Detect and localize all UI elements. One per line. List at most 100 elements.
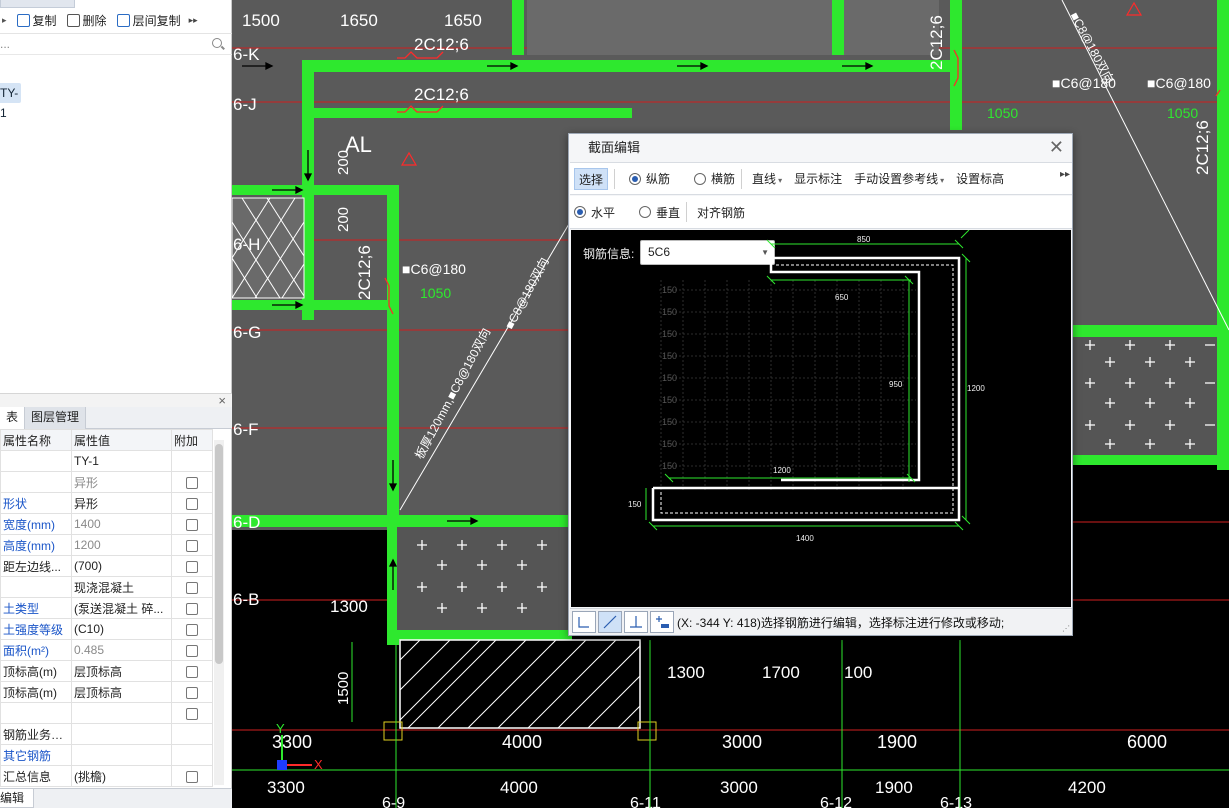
tree-item-selected[interactable]: TY-1 (0, 83, 21, 120)
table-row[interactable]: 钢筋业务属性 (0, 723, 213, 745)
table-row[interactable]: 异形 (0, 471, 213, 493)
table-row[interactable]: 面积(m²) 0.485 (0, 639, 213, 661)
align-rebar-button[interactable]: 对齐钢筋 (697, 204, 745, 221)
extra-checkbox[interactable] (186, 560, 198, 573)
dim-950: 950 (889, 380, 903, 389)
close-icon[interactable]: ✕ (1049, 137, 1064, 157)
rebar-info-select[interactable]: 5C6 ▼ (640, 240, 775, 265)
property-value-cell[interactable]: (700) (71, 555, 172, 577)
close-icon[interactable]: × (218, 393, 226, 408)
table-row[interactable]: 汇总信息 (挑檐) (0, 765, 213, 787)
axis-label-6-13: 6-13 (940, 795, 972, 808)
grid-label: 150 (662, 395, 677, 405)
corner-icon (578, 617, 589, 628)
horizontal-radio[interactable]: 水平 (574, 204, 615, 221)
toolbar-overflow-icon[interactable]: ▸▸ (1060, 169, 1070, 180)
select-button[interactable]: 选择 (574, 167, 609, 190)
property-value-cell[interactable]: 1400 (71, 513, 172, 535)
table-row[interactable]: 其它钢筋 (0, 744, 213, 766)
delete-button[interactable]: 删除 (66, 12, 107, 29)
table-row[interactable]: 顶标高(m) 层顶标高 (0, 681, 213, 703)
property-value-cell[interactable] (71, 744, 172, 766)
transverse-radio[interactable]: 横筋 (694, 170, 735, 187)
bottom-dim-row2-4: 1900 (875, 778, 913, 797)
table-row[interactable]: 距左边线... (700) (0, 555, 213, 577)
header-extra: 附加 (171, 429, 213, 451)
component-search[interactable]: ... (0, 35, 232, 55)
extra-checkbox[interactable] (186, 707, 198, 720)
table-row[interactable]: TY-1 (0, 450, 213, 472)
property-value-cell[interactable]: (挑檐) (71, 765, 172, 787)
search-icon[interactable] (212, 38, 222, 48)
property-name-cell (0, 576, 72, 598)
table-row[interactable]: 顶标高(m) 层顶标高 (0, 660, 213, 682)
table-row[interactable]: 高度(mm) 1200 (0, 534, 213, 556)
property-value-cell[interactable] (71, 702, 172, 724)
property-value-cell[interactable]: 异形 (71, 492, 172, 514)
stirrup-tag-3: ■C6@180 (1147, 75, 1211, 91)
extra-checkbox[interactable] (186, 581, 198, 594)
table-row[interactable]: 宽度(mm) 1400 (0, 513, 213, 535)
extra-checkbox[interactable] (186, 539, 198, 552)
corner-snap-button[interactable] (572, 611, 596, 633)
search-input[interactable]: ... (0, 37, 10, 51)
add-point-button[interactable] (650, 611, 674, 633)
property-value-cell[interactable]: (泵送混凝土 碎... (71, 597, 172, 619)
top-tab-stub[interactable] (0, 0, 75, 8)
table-row[interactable]: 形状 异形 (0, 492, 213, 514)
radio-unchecked-icon (694, 172, 707, 185)
grid-label: 150 (662, 329, 677, 339)
tab-layer-management[interactable]: 图层管理 (25, 407, 87, 429)
extra-checkbox[interactable] (186, 602, 198, 615)
show-dims-button[interactable]: 显示标注 (790, 168, 846, 190)
property-value-cell[interactable]: 层顶标高 (71, 660, 172, 682)
extra-cell (171, 765, 213, 787)
property-value-cell[interactable] (71, 723, 172, 745)
extra-checkbox[interactable] (186, 686, 198, 699)
layer-copy-button[interactable]: 层间复制 (116, 12, 181, 29)
table-row[interactable]: 土强度等级 (C10) (0, 618, 213, 640)
property-value-cell[interactable]: 0.485 (71, 639, 172, 661)
property-value-cell[interactable]: 层顶标高 (71, 681, 172, 703)
table-row[interactable]: 土类型 (泵送混凝土 碎... (0, 597, 213, 619)
dim-1300-left: 1300 (330, 597, 368, 616)
table-row[interactable] (0, 702, 213, 724)
trash-icon (66, 14, 80, 27)
section-outline (651, 256, 961, 522)
resize-grip-icon[interactable]: ⋰ (1062, 624, 1070, 633)
manual-ref-dropdown[interactable]: 手动设置参考线 ▾ (850, 168, 948, 190)
property-value-cell[interactable]: 现浇混凝土 (71, 576, 172, 598)
radio-unchecked-icon (639, 206, 652, 218)
table-row[interactable]: 现浇混凝土 (0, 576, 213, 598)
section-edit-dialog: 截面编辑 ✕ 选择 纵筋 横筋 直线 ▾ 显示标注 手动设置参考线 ▾ 设置标高 ▸… (568, 133, 1073, 636)
tab-edit[interactable]: 编辑 (0, 788, 34, 808)
collapse-arrow[interactable]: ▸ (2, 15, 7, 26)
scrollbar-thumb[interactable] (215, 444, 223, 664)
section-canvas[interactable]: 钢筋信息: 5C6 ▼ 150 150 150 150 150 150 150 … (571, 230, 1071, 607)
property-value-cell[interactable]: TY-1 (71, 450, 172, 472)
diagonal-snap-button[interactable] (598, 611, 622, 633)
vertical-radio[interactable]: 垂直 (639, 204, 680, 221)
extra-checkbox[interactable] (186, 497, 198, 510)
property-value-cell[interactable]: 1200 (71, 534, 172, 556)
line-dropdown[interactable]: 直线 ▾ (748, 168, 786, 190)
extra-checkbox[interactable] (186, 476, 198, 489)
property-scrollbar[interactable] (214, 440, 224, 785)
extra-checkbox[interactable] (186, 770, 198, 783)
panel-divider[interactable]: × (0, 393, 232, 408)
extra-checkbox[interactable] (186, 644, 198, 657)
property-value-cell[interactable]: (C10) (71, 618, 172, 640)
copy-button[interactable]: 复制 (16, 12, 57, 29)
toolbar-overflow-button[interactable]: ▸▸ (189, 15, 198, 26)
extra-cell (171, 618, 213, 640)
bottom-dim-row2-5: 4200 (1068, 778, 1106, 797)
extra-cell (171, 702, 213, 724)
set-elevation-button[interactable]: 设置标高 (952, 168, 1008, 190)
extra-checkbox[interactable] (186, 518, 198, 531)
longitudinal-radio[interactable]: 纵筋 (629, 170, 670, 187)
tab-property-table[interactable]: 表 (0, 407, 26, 429)
perpendicular-snap-button[interactable] (624, 611, 648, 633)
extra-checkbox[interactable] (186, 665, 198, 678)
property-value-cell[interactable]: 异形 (71, 471, 172, 493)
extra-checkbox[interactable] (186, 623, 198, 636)
